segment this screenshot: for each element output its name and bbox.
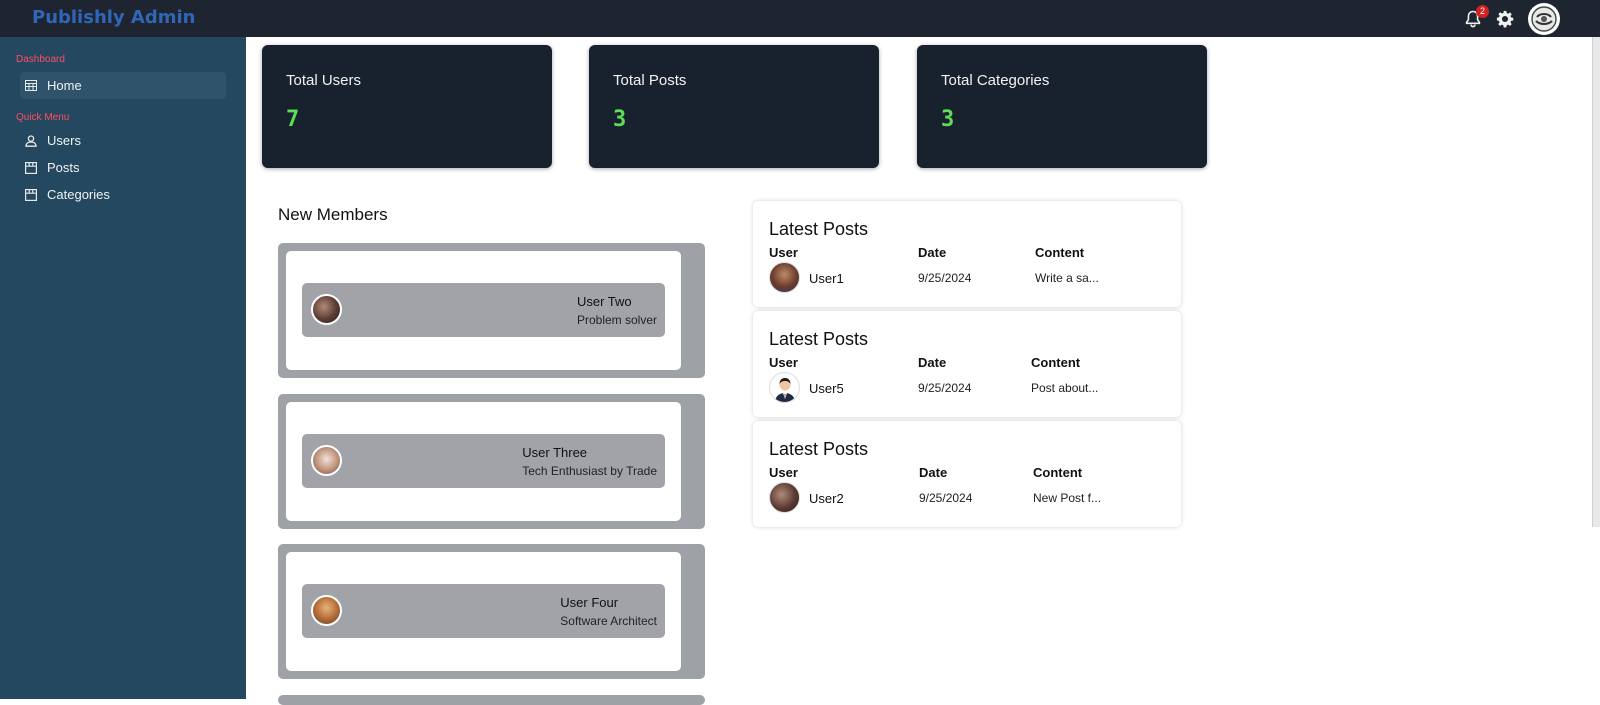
member-card: User Two Problem solver [278,243,705,378]
member-avatar [311,595,342,626]
top-actions: 2 [1462,3,1560,35]
post-date: 9/25/2024 [918,271,972,285]
member-text: User Three Tech Enthusiast by Trade [522,445,657,478]
post-content[interactable]: Post about... [1031,381,1098,395]
member-card-inner: User Three Tech Enthusiast by Trade [286,402,681,521]
businessman-icon [775,378,795,402]
gear-icon [1496,10,1514,28]
member-role: Problem solver [576,313,657,327]
member-info-bar[interactable]: User Three Tech Enthusiast by Trade [302,434,665,488]
post-user-avatar [769,372,800,403]
member-name: User Three [522,445,588,460]
member-card: User Four Software Architect [278,544,705,679]
post-card-title: Latest Posts [769,329,869,349]
sidebar-section-quick-menu: Quick Menu [16,112,70,123]
column-header-content: Content [1033,465,1083,480]
post-user[interactable]: User2 [809,491,844,506]
column-header-date: Date [918,245,947,260]
notification-badge: 2 [1476,5,1489,18]
sidebar-item-label: Categories [47,187,110,202]
sidebar-item-label: Users [47,133,81,148]
profile-avatar[interactable] [1528,3,1560,35]
member-name: User Two [576,294,632,309]
sidebar: Dashboard Home Quick Menu Users Posts Ca… [0,37,246,699]
notification-button[interactable]: 2 [1462,5,1489,30]
member-role: Tech Enthusiast by Trade [522,464,657,478]
sidebar-section-dashboard: Dashboard [16,54,65,65]
sidebar-item-users[interactable]: Users [20,127,226,154]
stat-label: Total Posts [613,72,687,89]
store-icon [25,161,37,174]
column-header-date: Date [918,355,947,370]
member-card [278,695,705,705]
member-info-bar[interactable]: User Four Software Architect [302,584,665,638]
latest-post-card: Latest Posts User Date Content User1 9/2… [753,201,1181,307]
member-card: User Three Tech Enthusiast by Trade [278,394,705,529]
column-header-content: Content [1031,355,1081,370]
member-avatar [311,294,342,325]
post-card-title: Latest Posts [769,219,869,239]
member-info-bar[interactable]: User Two Problem solver [302,283,665,337]
app-title[interactable]: Publishly Admin [32,7,196,28]
new-members-title: New Members [278,205,388,224]
sidebar-item-home[interactable]: Home [20,72,226,99]
member-text: User Four Software Architect [560,595,657,628]
member-role: Software Architect [560,614,657,628]
post-user[interactable]: User5 [809,381,844,396]
post-card-title: Latest Posts [769,439,869,459]
latest-post-card: Latest Posts User Date Content User2 9/2… [753,421,1181,527]
post-user-avatar [769,482,800,513]
stat-value: 3 [941,107,955,132]
post-content[interactable]: New Post f... [1033,491,1101,505]
user-avatar-icon [1531,6,1557,32]
member-card-inner: User Two Problem solver [286,251,681,370]
column-header-user: User [769,355,798,370]
stat-value: 7 [286,107,300,132]
column-header-user: User [769,245,798,260]
sidebar-item-label: Posts [47,160,80,175]
stat-card-posts: Total Posts 3 [589,45,879,168]
stat-label: Total Users [286,72,362,89]
sidebar-item-label: Home [47,78,82,93]
settings-button[interactable] [1494,8,1516,30]
column-header-content: Content [1035,245,1085,260]
column-header-date: Date [919,465,948,480]
post-user[interactable]: User1 [809,271,844,286]
page-scrollbar[interactable] [1592,37,1600,527]
member-card-inner: User Four Software Architect [286,552,681,671]
member-text: User Two Problem solver [577,294,657,327]
post-user-avatar [769,262,800,293]
member-name: User Four [560,595,619,610]
latest-post-card: Latest Posts User Date Content User5 9/2… [753,311,1181,417]
column-header-user: User [769,465,798,480]
table-icon [25,80,37,91]
member-avatar [311,445,342,476]
post-date: 9/25/2024 [919,491,973,505]
post-content[interactable]: Write a sa... [1035,271,1099,285]
store-icon [25,188,37,201]
stat-value: 3 [613,107,627,132]
stat-card-categories: Total Categories 3 [917,45,1207,168]
post-date: 9/25/2024 [918,381,972,395]
sidebar-item-categories[interactable]: Categories [20,181,226,208]
stat-card-users: Total Users 7 [262,45,552,168]
user-icon [25,134,37,147]
top-bar: Publishly Admin 2 [0,0,1600,37]
stat-label: Total Categories [941,72,1050,89]
sidebar-item-posts[interactable]: Posts [20,154,226,181]
